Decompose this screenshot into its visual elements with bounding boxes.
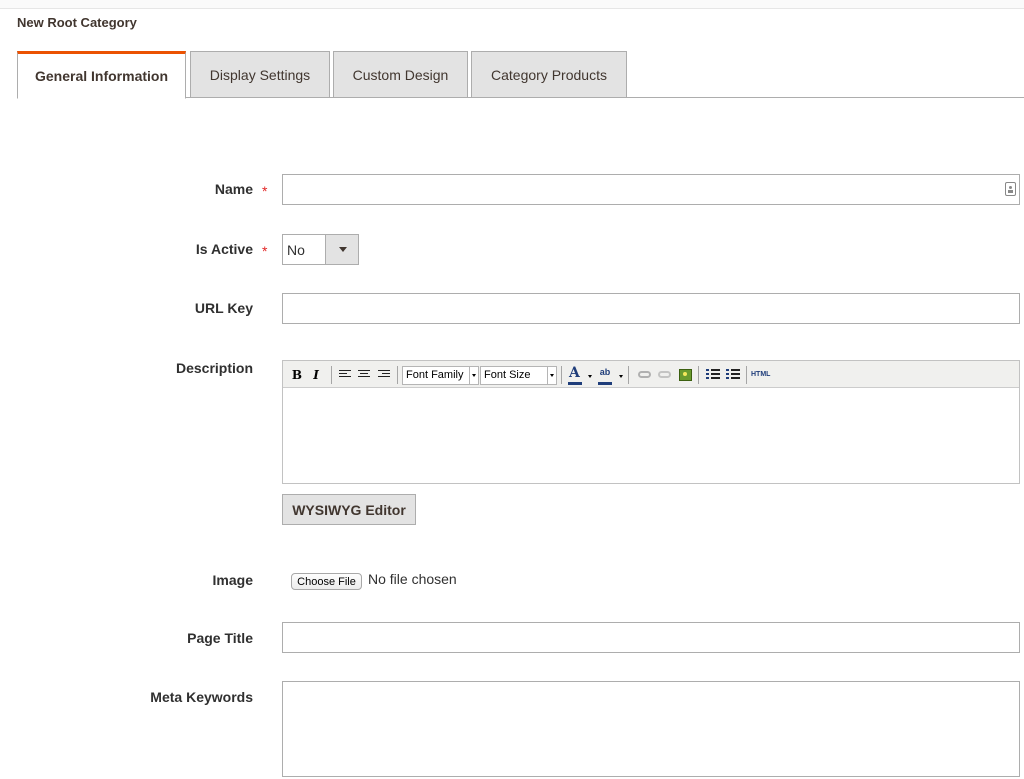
font-size-label: Font Size — [484, 369, 531, 381]
tab-general-information[interactable]: General Information — [17, 51, 186, 99]
bold-button[interactable]: B — [291, 366, 303, 384]
toolbar-separator — [561, 366, 562, 384]
highlight-color-swatch — [598, 382, 612, 385]
text-color-swatch — [568, 382, 582, 385]
font-family-label: Font Family — [406, 369, 464, 381]
chevron-down-icon[interactable] — [619, 375, 623, 378]
top-bar — [0, 0, 1024, 9]
insert-image-icon[interactable] — [679, 369, 692, 381]
toolbar-separator — [397, 366, 398, 384]
meta-keywords-textarea[interactable] — [282, 681, 1020, 777]
toolbar-separator — [698, 366, 699, 384]
numbered-list-icon[interactable] — [726, 369, 740, 381]
tab-bar: General Information Display Settings Cus… — [17, 51, 1024, 99]
font-family-select[interactable]: Font Family — [402, 366, 479, 385]
page-title: New Root Category — [17, 15, 137, 30]
toolbar-separator — [746, 366, 747, 384]
is-active-select[interactable]: No — [282, 234, 359, 265]
chevron-down-icon[interactable] — [588, 375, 592, 378]
toolbar-separator — [628, 366, 629, 384]
is-active-required-mark: * — [262, 243, 268, 259]
contact-card-icon[interactable] — [1005, 182, 1016, 196]
is-active-label: Is Active — [195, 241, 253, 257]
description-editor: B I Font Family Font Size A ab HTML — [282, 360, 1020, 484]
url-key-input[interactable] — [282, 293, 1020, 324]
meta-keywords-label: Meta Keywords — [150, 689, 253, 705]
name-input[interactable] — [282, 174, 1020, 205]
highlight-color-icon[interactable]: ab — [597, 363, 613, 381]
dropdown-button[interactable] — [325, 235, 358, 264]
chevron-down-icon — [339, 247, 347, 252]
tab-custom-design[interactable]: Custom Design — [333, 51, 468, 98]
align-left-icon[interactable] — [339, 370, 351, 380]
page-title-label: Page Title — [187, 630, 253, 646]
is-active-value: No — [287, 242, 305, 258]
align-right-icon[interactable] — [378, 370, 390, 380]
choose-file-button[interactable]: Choose File — [291, 573, 362, 590]
unlink-icon[interactable] — [658, 371, 671, 378]
font-size-select[interactable]: Font Size — [480, 366, 557, 385]
tab-display-settings[interactable]: Display Settings — [190, 51, 330, 98]
description-label: Description — [175, 360, 253, 376]
bullet-list-icon[interactable] — [706, 369, 720, 381]
page-title-input[interactable] — [282, 622, 1020, 653]
tab-category-products[interactable]: Category Products — [471, 51, 627, 98]
file-status: No file chosen — [368, 571, 457, 587]
text-color-icon[interactable]: A — [569, 365, 580, 381]
chevron-down-icon — [469, 367, 478, 384]
image-label: Image — [212, 572, 253, 588]
link-icon[interactable] — [638, 371, 651, 378]
url-key-label: URL Key — [194, 300, 253, 316]
toolbar-separator — [331, 366, 332, 384]
name-required-mark: * — [262, 183, 268, 199]
editor-toolbar: B I Font Family Font Size A ab HTML — [283, 361, 1019, 388]
align-center-icon[interactable] — [358, 370, 370, 380]
italic-button[interactable]: I — [310, 366, 322, 384]
chevron-down-icon — [547, 367, 556, 384]
name-label: Name — [214, 181, 253, 197]
html-source-button[interactable]: HTML — [751, 371, 770, 378]
wysiwyg-editor-button[interactable]: WYSIWYG Editor — [282, 494, 416, 525]
